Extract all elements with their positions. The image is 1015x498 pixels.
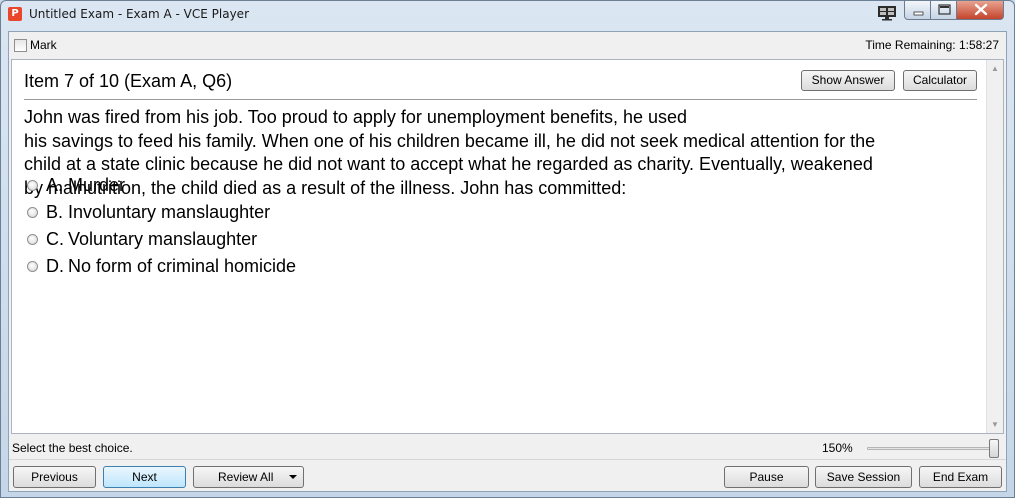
radio-button[interactable] bbox=[27, 234, 38, 245]
radio-button[interactable] bbox=[27, 207, 38, 218]
vertical-scrollbar[interactable]: ▲ ▼ bbox=[986, 60, 1003, 433]
option-d[interactable]: D. No form of criminal homicide bbox=[24, 255, 424, 282]
question-panel: Item 7 of 10 (Exam A, Q6) Show Answer Ca… bbox=[11, 59, 1004, 434]
option-letter: B. bbox=[46, 202, 64, 222]
option-letter: D. bbox=[46, 256, 64, 276]
save-session-button[interactable]: Save Session bbox=[815, 466, 912, 488]
close-button[interactable] bbox=[956, 1, 1004, 20]
option-text[interactable]: Voluntary manslaughter bbox=[68, 229, 257, 250]
scroll-down-arrow-icon[interactable]: ▼ bbox=[987, 416, 1003, 433]
option-b[interactable]: B. Involuntary manslaughter bbox=[24, 201, 424, 228]
window-title: Untitled Exam - Exam A - VCE Player bbox=[29, 7, 250, 21]
option-letter: A. bbox=[46, 175, 64, 195]
pause-button[interactable]: Pause bbox=[724, 466, 809, 488]
chevron-down-icon bbox=[289, 475, 297, 479]
mark-checkbox[interactable] bbox=[14, 39, 27, 52]
option-c[interactable]: C. Voluntary manslaughter bbox=[24, 228, 424, 255]
item-header: Item 7 of 10 (Exam A, Q6) bbox=[24, 71, 233, 91]
question-line: child at a state clinic because he did n… bbox=[24, 154, 873, 174]
scroll-up-arrow-icon[interactable]: ▲ bbox=[987, 60, 1003, 77]
answer-options: A. Murder B. Involuntary manslaughter C.… bbox=[24, 174, 424, 282]
instruction-hint: Select the best choice. bbox=[12, 441, 133, 455]
maximize-icon bbox=[938, 4, 951, 15]
review-all-dropdown[interactable]: Review All bbox=[193, 466, 304, 488]
option-letter: C. bbox=[46, 229, 64, 249]
previous-button[interactable]: Previous bbox=[13, 466, 96, 488]
end-exam-button[interactable]: End Exam bbox=[919, 466, 1002, 488]
close-icon bbox=[974, 3, 988, 16]
title-bar[interactable]: P Untitled Exam - Exam A - VCE Player bbox=[1, 1, 1014, 29]
zoom-slider-track[interactable] bbox=[867, 447, 999, 450]
time-remaining: Time Remaining: 1:58:27 bbox=[865, 38, 999, 52]
option-text[interactable]: No form of criminal homicide bbox=[68, 256, 296, 277]
option-text[interactable]: Murder bbox=[68, 175, 125, 196]
mark-label[interactable]: Mark bbox=[30, 38, 57, 52]
minimize-button[interactable] bbox=[904, 1, 931, 20]
zoom-slider-thumb[interactable] bbox=[989, 439, 999, 458]
question-line: his savings to feed his family. When one… bbox=[24, 130, 876, 151]
calculator-button[interactable]: Calculator bbox=[903, 70, 977, 91]
question-line: John was fired from his job. Too proud t… bbox=[24, 107, 688, 127]
next-button[interactable]: Next bbox=[103, 466, 186, 488]
top-toolbar: Mark Time Remaining: 1:58:27 bbox=[9, 32, 1006, 57]
status-row: Select the best choice. 150% bbox=[9, 437, 1006, 459]
show-answer-button[interactable]: Show Answer bbox=[801, 70, 895, 91]
option-text[interactable]: Involuntary manslaughter bbox=[68, 202, 270, 223]
zoom-level: 150% bbox=[822, 441, 853, 455]
minimize-icon bbox=[913, 11, 924, 16]
vce-app-icon: P bbox=[8, 7, 22, 21]
radio-button[interactable] bbox=[27, 180, 38, 191]
maximize-button[interactable] bbox=[930, 1, 957, 20]
review-all-label: Review All bbox=[218, 470, 274, 484]
footer-divider bbox=[9, 459, 1006, 460]
client-area: Mark Time Remaining: 1:58:27 Item 7 of 1… bbox=[8, 31, 1007, 492]
monitor-icon[interactable] bbox=[877, 5, 897, 21]
header-divider bbox=[24, 99, 977, 100]
radio-button[interactable] bbox=[27, 261, 38, 272]
app-window: P Untitled Exam - Exam A - VCE Player Ma… bbox=[0, 0, 1015, 498]
option-a[interactable]: A. Murder bbox=[24, 174, 424, 201]
